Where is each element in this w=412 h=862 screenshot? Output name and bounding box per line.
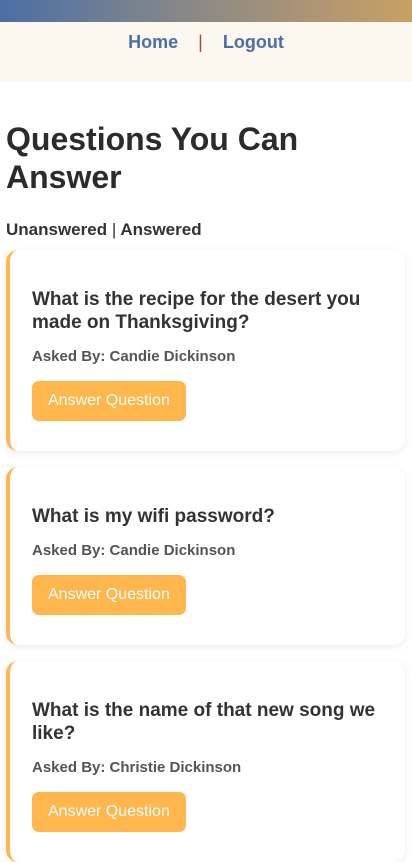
tab-answered[interactable]: Answered	[120, 220, 201, 239]
nav-separator: |	[198, 32, 203, 52]
home-link[interactable]: Home	[128, 32, 178, 52]
question-text: What is the name of that new song we lik…	[32, 700, 376, 744]
question-text: What is the recipe for the desert you ma…	[32, 289, 361, 333]
page-title: Questions You Can Answer	[6, 121, 299, 195]
question-filter-tabs: Unanswered | Answered	[6, 220, 406, 240]
logout-link[interactable]: Logout	[223, 32, 284, 52]
question-list: What is the recipe for the desert you ma…	[0, 250, 412, 862]
question-card: What is my wifi password? Asked By: Cand…	[6, 467, 405, 645]
asked-by: Asked By: Candie Dickinson	[32, 348, 236, 365]
asked-by: Asked By: Candie Dickinson	[32, 542, 236, 559]
answer-question-button[interactable]: Answer Question	[32, 792, 186, 832]
asked-by: Asked By: Christie Dickinson	[32, 759, 242, 776]
header-gradient-bar	[0, 0, 412, 22]
question-card: What is the name of that new song we lik…	[6, 661, 405, 862]
question-text: What is my wifi password?	[32, 506, 275, 527]
top-nav: Home | Logout	[0, 22, 412, 82]
tab-unanswered[interactable]: Unanswered	[6, 220, 107, 239]
answer-question-button[interactable]: Answer Question	[32, 381, 186, 421]
question-card: What is the recipe for the desert you ma…	[6, 250, 405, 451]
tab-separator: |	[111, 220, 117, 239]
answer-question-button[interactable]: Answer Question	[32, 575, 186, 615]
